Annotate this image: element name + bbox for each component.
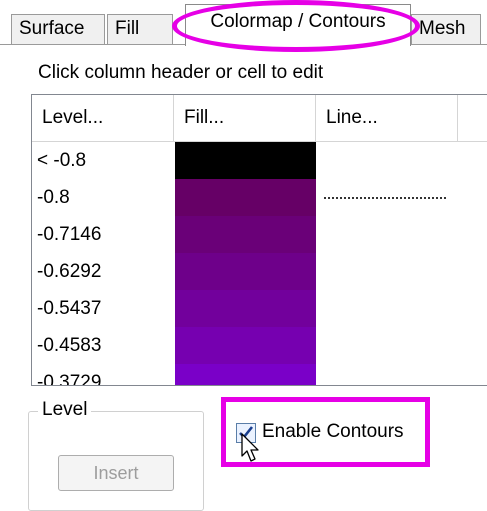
grid-header: Level... Fill... Line... bbox=[32, 95, 487, 142]
line-style-dotted[interactable] bbox=[324, 197, 446, 199]
colormap-grid[interactable]: Level... Fill... Line... < -0.8 -0.8 -0.71… bbox=[31, 94, 487, 386]
column-header-fill[interactable]: Fill... bbox=[174, 95, 316, 141]
tab-fill[interactable]: Fill bbox=[107, 14, 173, 44]
table-row[interactable]: -0.6292 bbox=[32, 253, 487, 290]
fill-swatch[interactable] bbox=[175, 327, 316, 364]
table-row[interactable]: -0.3729 bbox=[32, 364, 487, 385]
fill-swatch[interactable] bbox=[175, 142, 316, 179]
level-cell[interactable]: -0.6292 bbox=[37, 253, 101, 290]
fill-swatch[interactable] bbox=[175, 364, 316, 385]
tab-mesh[interactable]: Mesh bbox=[411, 14, 481, 44]
edit-hint: Click column header or cell to edit bbox=[38, 62, 324, 83]
column-header-line[interactable]: Line... bbox=[316, 95, 458, 141]
tab-surface[interactable]: Surface bbox=[11, 14, 105, 44]
level-cell[interactable]: -0.5437 bbox=[37, 290, 101, 327]
level-cell[interactable]: -0.8 bbox=[37, 179, 70, 216]
tab-colormap-contours[interactable]: Colormap / Contours bbox=[185, 4, 411, 46]
level-cell[interactable]: -0.3729 bbox=[37, 364, 101, 385]
fill-swatch[interactable] bbox=[175, 253, 316, 290]
mouse-cursor-icon bbox=[241, 433, 259, 462]
level-group-title: Level bbox=[38, 399, 92, 421]
fill-swatch[interactable] bbox=[175, 216, 316, 253]
grid-rows: < -0.8 -0.8 -0.7146 -0.6292 -0.5437 -0.4583 -0… bbox=[32, 142, 487, 385]
fill-swatch[interactable] bbox=[175, 179, 316, 216]
table-row[interactable]: -0.8 bbox=[32, 179, 487, 216]
table-row[interactable]: -0.7146 bbox=[32, 216, 487, 253]
fill-swatch[interactable] bbox=[175, 290, 316, 327]
insert-button[interactable]: Insert bbox=[58, 455, 174, 491]
level-cell[interactable]: -0.4583 bbox=[37, 327, 101, 364]
tab-strip: Surface Fill Colormap / Contours Mesh bbox=[0, 0, 487, 52]
table-row[interactable]: < -0.8 bbox=[32, 142, 487, 179]
table-row[interactable]: -0.5437 bbox=[32, 290, 487, 327]
level-cell[interactable]: < -0.8 bbox=[37, 142, 86, 179]
enable-contours-label[interactable]: Enable Contours bbox=[262, 421, 404, 443]
column-header-blank bbox=[458, 95, 487, 141]
level-cell[interactable]: -0.7146 bbox=[37, 216, 101, 253]
table-row[interactable]: -0.4583 bbox=[32, 327, 487, 364]
column-header-level[interactable]: Level... bbox=[32, 95, 174, 141]
